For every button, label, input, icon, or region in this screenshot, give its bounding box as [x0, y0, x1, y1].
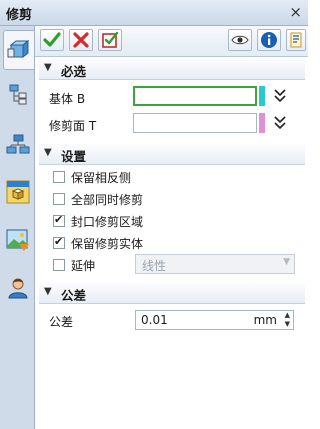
close-button[interactable]: × [289, 3, 302, 21]
view-icon [6, 180, 30, 204]
hierarchy-tab[interactable] [4, 130, 32, 158]
view-tab[interactable] [4, 178, 32, 206]
base-input[interactable] [133, 86, 257, 106]
checkmark-icon: ✔ [54, 235, 64, 248]
tolerance-input[interactable]: 0.01 mm ▲ ▼ [135, 310, 294, 330]
extend-checkbox[interactable] [53, 259, 65, 271]
hierarchy-icon [6, 134, 30, 154]
x-icon [73, 32, 89, 48]
help-icon [290, 32, 302, 48]
tolerance-section-header[interactable]: ▼ 公差 [39, 283, 305, 304]
tree-icon [9, 84, 27, 105]
tolerance-unit: mm [253, 313, 277, 327]
dialog-title: 修剪 [6, 8, 33, 23]
check-icon [43, 32, 61, 47]
trim-face-label: 修剪面 T [49, 119, 97, 133]
apply-icon [102, 31, 119, 48]
help-button[interactable] [286, 29, 306, 51]
keep-trim-solid-label: 保留修剪实体 [71, 237, 144, 251]
tolerance-label: 公差 [49, 315, 74, 329]
tolerance-section-title: 公差 [61, 288, 87, 303]
checkmark-icon: ✔ [54, 213, 64, 226]
keep-opposite-checkbox[interactable] [53, 171, 65, 183]
feature-icon [7, 39, 29, 59]
cap-trim-region-checkbox[interactable]: ✔ [53, 213, 65, 227]
required-section-title: 必选 [61, 64, 87, 79]
title-bar: 修剪 × [0, 0, 308, 26]
info-button[interactable] [257, 29, 281, 51]
keep-opposite-label: 保留相反侧 [71, 171, 132, 185]
trim-color-swatch [259, 113, 265, 133]
settings-section: ▼ 设置 保留相反侧 全部同时修剪 ✔ 封口修剪区域 ✔ 保留修剪实体 延伸 线… [39, 144, 305, 304]
info-icon [261, 32, 277, 48]
dropdown-arrow-icon: ▼ [283, 257, 290, 267]
tree-tab[interactable] [4, 80, 32, 108]
extend-type-value: 线性 [142, 259, 167, 273]
collapse-arrow-icon: ▼ [44, 147, 52, 158]
trim-dialog: 修剪 × ▼ 必选 基体 B 修剪面 T ▼ 设置 保留相反侧 全部同时修剪 ✔… [0, 0, 308, 429]
left-toolbar [0, 26, 35, 429]
trim-face-input[interactable] [133, 113, 257, 133]
apply-button[interactable] [98, 29, 122, 51]
collapse-arrow-icon: ▼ [44, 62, 52, 73]
eye-icon [231, 35, 249, 45]
keep-trim-solid-checkbox[interactable]: ✔ [53, 235, 65, 249]
tolerance-section: ▼ 公差 公差 0.01 mm ▲ ▼ [39, 283, 305, 341]
cancel-button[interactable] [69, 29, 93, 51]
settings-section-header[interactable]: ▼ 设置 [39, 144, 305, 165]
confirm-button[interactable] [40, 29, 64, 51]
collapse-arrow-icon: ▼ [44, 286, 52, 297]
chevron-down-icon[interactable] [273, 115, 287, 131]
extend-label: 延伸 [71, 259, 96, 273]
spinner-icon[interactable]: ▲ ▼ [285, 311, 290, 329]
extend-type-select[interactable]: 线性 ▼ [135, 254, 295, 274]
image-icon [6, 229, 29, 251]
trim-all-checkbox[interactable] [53, 193, 65, 205]
cap-trim-region-label: 封口修剪区域 [71, 215, 144, 229]
feature-tab[interactable] [3, 30, 35, 70]
action-toolbar [35, 26, 308, 57]
user-tab[interactable] [4, 274, 32, 302]
trim-all-label: 全部同时修剪 [71, 193, 144, 207]
preview-button[interactable] [228, 29, 252, 51]
user-icon [8, 278, 28, 299]
settings-section-title: 设置 [61, 149, 87, 164]
chevron-down-icon[interactable] [273, 88, 287, 104]
required-section-header[interactable]: ▼ 必选 [39, 59, 305, 80]
image-tab[interactable] [4, 226, 32, 254]
base-color-swatch [259, 86, 265, 106]
base-label: 基体 B [49, 92, 86, 106]
command-panel: ▼ 必选 基体 B 修剪面 T ▼ 设置 保留相反侧 全部同时修剪 ✔ 封口修剪… [34, 26, 308, 429]
tolerance-value: 0.01 [141, 313, 168, 327]
